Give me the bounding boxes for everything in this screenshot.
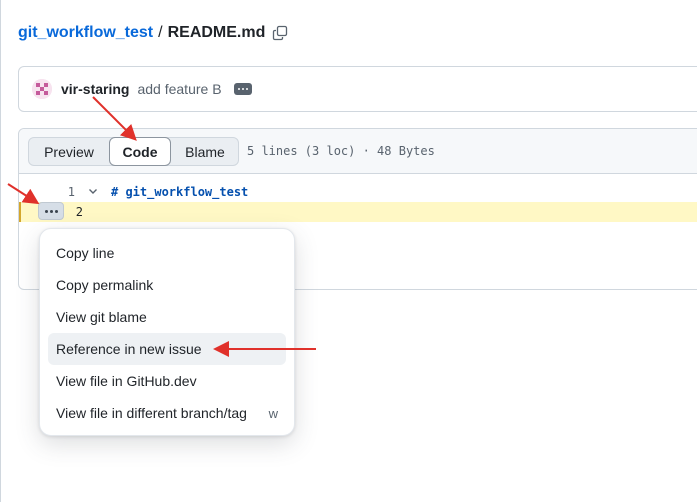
commit-message[interactable]: add feature B [137,81,221,97]
repo-link[interactable]: git_workflow_test [18,24,153,42]
line-options-button[interactable] [38,202,64,220]
line-number[interactable]: 1 [59,185,75,199]
line-number[interactable]: 2 [67,205,83,219]
code-line-highlighted: 2 [19,202,697,222]
avatar[interactable] [32,79,52,99]
menu-item-label: Reference in new issue [56,341,202,357]
menu-item-copy-permalink[interactable]: Copy permalink [48,269,286,301]
line-context-menu: Copy line Copy permalink View git blame … [39,228,295,436]
menu-item-label: View git blame [56,309,147,325]
tab-preview[interactable]: Preview [29,137,109,166]
menu-item-reference-in-new-issue[interactable]: Reference in new issue [48,333,286,365]
commit-author[interactable]: vir-staring [61,81,129,97]
menu-item-label: Copy permalink [56,277,154,293]
menu-item-copy-line[interactable]: Copy line [48,237,286,269]
view-mode-switcher: Preview Code Blame [28,137,239,166]
file-header: Preview Code Blame 5 lines (3 loc) · 48 … [19,129,697,174]
chevron-down-icon[interactable] [87,185,99,200]
breadcrumb-separator: / [158,24,163,41]
menu-item-label: View file in GitHub.dev [56,373,197,389]
tab-code[interactable]: Code [109,137,171,166]
tab-blame[interactable]: Blame [171,137,239,166]
menu-item-view-in-github-dev[interactable]: View file in GitHub.dev [48,365,286,397]
breadcrumb: git_workflow_test / README.md [18,24,288,42]
menu-item-label: View file in different branch/tag [56,405,247,421]
code-line: 1 # git_workflow_test [19,182,697,202]
commit-details-button[interactable] [233,83,252,95]
menu-item-label: Copy line [56,245,115,261]
latest-commit-bar: vir-staring add feature B [18,66,697,112]
code-text: # git_workflow_test [111,185,249,199]
file-name: README.md [167,24,266,41]
menu-item-view-in-other-branch[interactable]: View file in different branch/tag w [48,397,286,429]
copy-icon[interactable] [272,25,288,41]
keyboard-shortcut: w [268,405,278,421]
page-border [0,0,1,502]
file-info: 5 lines (3 loc) · 48 Bytes [247,144,435,158]
menu-item-view-git-blame[interactable]: View git blame [48,301,286,333]
